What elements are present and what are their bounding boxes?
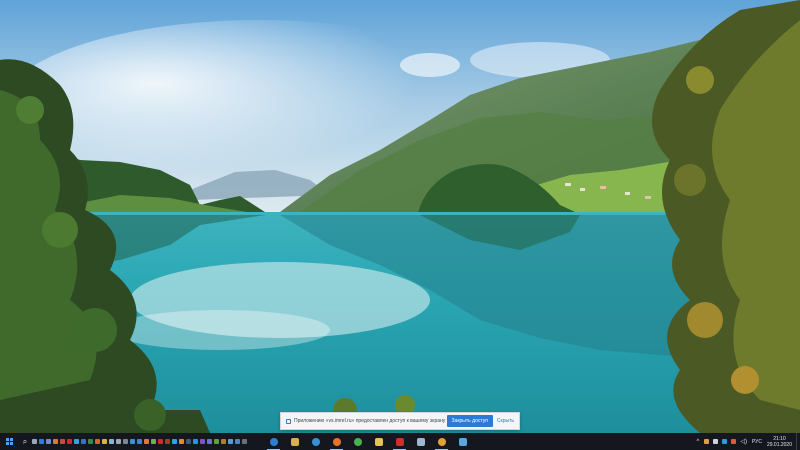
share-screen-icon [286,418,291,424]
chrome-icon [353,437,362,446]
monitor-icon [458,437,467,446]
ql-file-explorer-icon[interactable] [32,439,37,444]
taskbar-app-chrome[interactable] [347,433,368,450]
ql-defender-icon[interactable] [235,439,240,444]
ql-task-view-icon[interactable] [39,439,44,444]
ie-icon [311,437,320,446]
ql-excel-icon[interactable] [88,439,93,444]
taskbar-app-explorer-2[interactable] [368,433,389,450]
ql-zoom-icon[interactable] [193,439,198,444]
ql-powerpoint-icon[interactable] [95,439,100,444]
taskbar-app-monitor[interactable] [452,433,473,450]
ql-viber-icon[interactable] [200,439,205,444]
taskbar-app-explorer[interactable] [284,433,305,450]
language-indicator[interactable]: РУС [752,439,762,445]
share-message: Приложению «vs.imrel.ru» предоставлен до… [294,418,446,424]
desktop-wallpaper [0,0,800,434]
ql-torrent-icon[interactable] [214,439,219,444]
start-button[interactable] [0,433,18,450]
edge-icon [269,437,278,446]
screen-share-notification: Приложению «vs.imrel.ru» предоставлен до… [280,412,520,430]
ql-acrobat-icon[interactable] [158,439,163,444]
show-desktop-button[interactable] [796,433,800,450]
ql-terminal-icon[interactable] [242,439,247,444]
ql-folder-icon[interactable] [102,439,107,444]
ql-opera-icon[interactable] [67,439,72,444]
ql-firefox-icon[interactable] [53,439,58,444]
ql-store-icon[interactable] [137,439,142,444]
clock[interactable]: 21:10 29.01.2020 [767,436,792,448]
clock-date: 29.01.2020 [766,441,792,448]
system-tray: ^ ◁) РУС 21:10 29.01.2020 [697,433,800,450]
ql-notepad-icon[interactable] [109,439,114,444]
chevron-up-icon[interactable]: ^ [697,439,700,445]
ql-steam-icon[interactable] [186,439,191,444]
stop-sharing-button[interactable]: Закрыть доступ [446,415,493,427]
ql-chrome-icon[interactable] [60,439,65,444]
ql-telegram-icon[interactable] [172,439,177,444]
tray-app-2-icon[interactable] [713,439,719,444]
ql-network-icon[interactable] [228,439,233,444]
taskbar-app-chrome-2[interactable] [431,433,452,450]
desktop: Приложению «vs.imrel.ru» предоставлен до… [0,0,800,450]
search-icon: ⌕ [22,436,28,446]
ql-archive-icon[interactable] [221,439,226,444]
taskbar-app-firefox[interactable] [326,433,347,450]
chrome-2-icon [437,437,446,446]
ql-mail-icon[interactable] [46,439,51,444]
taskbar-pinned-apps [263,433,473,450]
ql-vlc-icon[interactable] [179,439,184,444]
windows-logo-icon [5,438,13,445]
ql-calculator-icon[interactable] [123,439,128,444]
ql-settings-icon[interactable] [116,439,121,444]
ql-media-icon[interactable] [144,439,149,444]
tray-app-3-icon[interactable] [722,439,728,444]
notes-icon [416,437,425,446]
ql-filezilla-icon[interactable] [165,439,170,444]
taskbar-app-edge[interactable] [263,433,284,450]
tray-app-1-icon[interactable] [704,439,710,444]
explorer-icon [290,437,299,446]
ql-discord-icon[interactable] [207,439,212,444]
hide-notification-button[interactable]: Скрыть [497,418,514,424]
taskbar: ⌕ ^ ◁) РУС 21:10 29.01.2020 [0,433,800,450]
ql-paint-icon[interactable] [151,439,156,444]
taskbar-app-acrobat[interactable] [389,433,410,450]
tray-icons [704,439,740,444]
firefox-icon [332,437,341,446]
quick-launch-toolbar [32,433,249,450]
explorer-2-icon [374,437,383,446]
tray-app-4-icon[interactable] [731,439,737,444]
taskbar-app-notes[interactable] [410,433,431,450]
taskbar-app-ie[interactable] [305,433,326,450]
acrobat-icon [395,437,404,446]
search-button[interactable]: ⌕ [18,433,32,450]
ql-skype-icon[interactable] [74,439,79,444]
speaker-icon[interactable]: ◁) [740,438,747,445]
ql-word-icon[interactable] [81,439,86,444]
ql-photos-icon[interactable] [130,439,135,444]
